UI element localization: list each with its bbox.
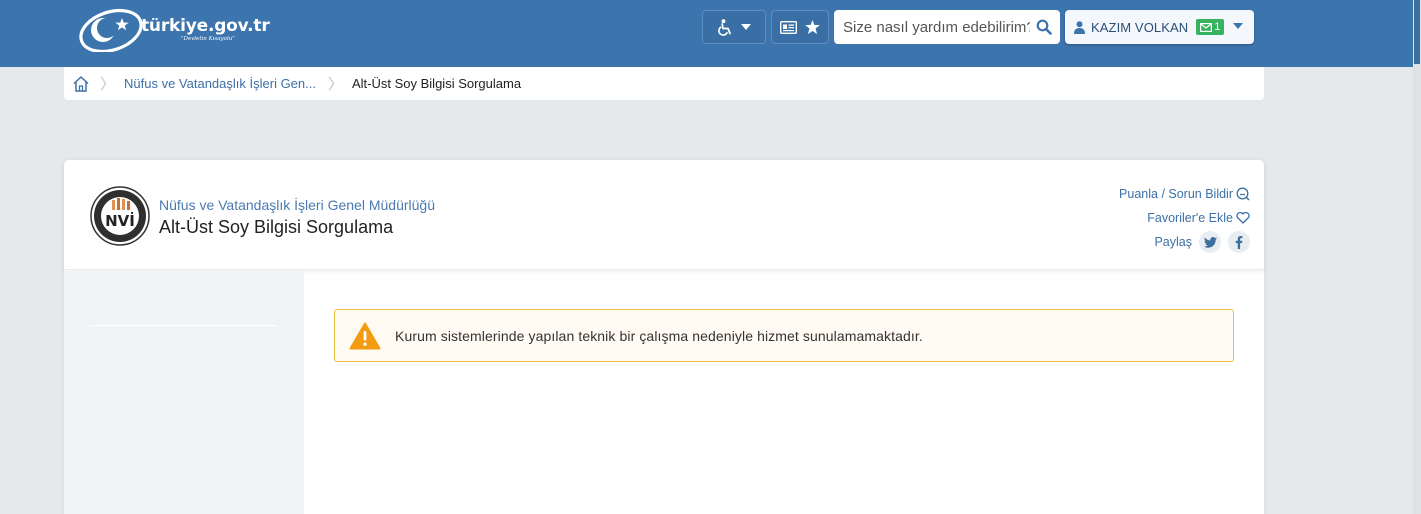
warning-icon <box>349 322 381 349</box>
comment-search-icon <box>1236 187 1250 201</box>
chevron-down-icon <box>1233 23 1243 29</box>
service-title: Alt-Üst Soy Bilgisi Sorgulama <box>159 217 394 237</box>
nvi-seal-logo: NVİ <box>90 186 150 246</box>
top-header: türkiye.gov.tr "Devletin Kısayolu" Size … <box>0 0 1421 67</box>
user-menu-button[interactable]: KAZIM VOLKAN 1 <box>1065 10 1254 44</box>
rate-report-link[interactable]: Puanla / Sorun Bildir <box>1119 182 1250 206</box>
breadcrumb-current-page: Alt-Üst Soy Bilgisi Sorgulama <box>352 76 522 91</box>
page-scrollbar[interactable] <box>1413 0 1421 514</box>
facebook-share-button[interactable] <box>1228 231 1250 253</box>
wheelchair-icon <box>718 18 731 36</box>
home-icon[interactable] <box>72 75 90 93</box>
facebook-icon <box>1235 235 1243 249</box>
heart-icon <box>1236 212 1250 224</box>
search-input[interactable] <box>834 18 1030 36</box>
service-header: NVİ Nüfus ve Vatandaşlık İşleri Genel Mü… <box>64 160 1264 270</box>
institution-name: Nüfus ve Vatandaşlık İşleri Genel Müdürl… <box>159 197 435 213</box>
breadcrumb-separator: 〉 <box>327 75 343 93</box>
add-favorites-label: Favoriler'e Ekle <box>1147 211 1233 225</box>
star-icon <box>805 20 820 34</box>
logo-slogan: "Devletin Kısayolu" <box>181 36 235 42</box>
service-card: NVİ Nüfus ve Vatandaşlık İşleri Genel Mü… <box>64 160 1264 514</box>
share-row: Paylaş <box>1119 230 1250 254</box>
breadcrumb: 〉 Nüfus ve Vatandaşlık İşleri Gen... 〉 A… <box>64 67 1264 100</box>
seal-text: NVİ <box>105 211 135 230</box>
rate-report-label: Puanla / Sorun Bildir <box>1119 187 1233 201</box>
user-icon <box>1074 20 1085 34</box>
breadcrumb-institution-link[interactable]: Nüfus ve Vatandaşlık İşleri Gen... <box>124 76 316 91</box>
twitter-icon <box>1203 236 1217 248</box>
envelope-icon <box>1200 22 1213 32</box>
user-name: KAZIM VOLKAN <box>1091 19 1189 35</box>
service-sidebar <box>64 271 304 514</box>
accessibility-menu-button[interactable] <box>702 10 766 44</box>
alert-message: Kurum sistemlerinde yapılan teknik bir ç… <box>395 327 923 344</box>
identity-favorites-button[interactable] <box>771 10 829 44</box>
logo-text: türkiye.gov.tr <box>141 16 270 36</box>
search-icon[interactable] <box>1036 19 1052 35</box>
share-label: Paylaş <box>1154 235 1192 249</box>
twitter-share-button[interactable] <box>1199 231 1221 253</box>
maintenance-alert: Kurum sistemlerinde yapılan teknik bir ç… <box>334 309 1234 362</box>
service-actions: Puanla / Sorun Bildir Favoriler'e Ekle P… <box>1119 182 1250 254</box>
messages-badge[interactable]: 1 <box>1196 19 1225 35</box>
chevron-down-icon <box>741 24 751 30</box>
search-box[interactable] <box>834 10 1060 44</box>
id-card-icon <box>780 20 797 34</box>
message-count: 1 <box>1214 21 1221 33</box>
breadcrumb-separator: 〉 <box>100 75 116 93</box>
sidebar-divider <box>90 325 277 326</box>
crescent-star-logo-icon <box>79 8 143 54</box>
turkiye-gov-logo[interactable]: türkiye.gov.tr "Devletin Kısayolu" <box>78 6 278 54</box>
add-favorites-link[interactable]: Favoriler'e Ekle <box>1119 206 1250 230</box>
